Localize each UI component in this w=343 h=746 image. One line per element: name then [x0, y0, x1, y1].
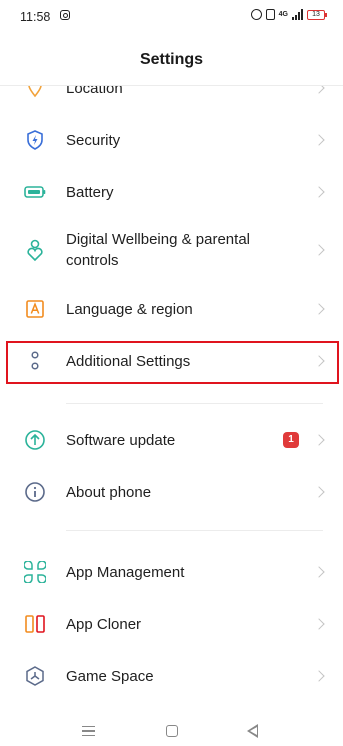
recents-button[interactable] — [82, 726, 95, 736]
settings-item-app-management[interactable]: App Management — [0, 561, 343, 583]
settings-item-security[interactable]: Security — [0, 129, 343, 151]
chevron-right-icon — [313, 618, 325, 630]
battery-icon — [24, 181, 46, 203]
section-divider — [66, 530, 323, 531]
update-icon — [24, 429, 46, 451]
settings-item-label: Battery — [66, 183, 114, 201]
page-title: Settings — [139, 50, 204, 68]
settings-item-label: Digital Wellbeing & parental controls — [66, 231, 250, 269]
chevron-right-icon — [313, 244, 325, 256]
chevron-right-icon — [313, 670, 325, 682]
network-type: 4G — [278, 11, 288, 18]
settings-item-label: About phone — [66, 483, 152, 501]
language-icon — [24, 298, 46, 320]
vibrate-icon — [265, 9, 275, 20]
shield-icon — [24, 129, 46, 151]
highlight-box — [6, 341, 339, 384]
settings-item-label: Software update — [66, 431, 176, 449]
settings-item-label: Game Space — [66, 667, 154, 685]
alarm-icon — [250, 9, 262, 20]
chevron-right-icon — [313, 134, 325, 146]
settings-item-software-update[interactable]: Software update 1 — [0, 429, 343, 451]
status-time: 11:58 — [20, 10, 51, 24]
cloner-icon — [24, 613, 46, 635]
back-button[interactable] — [247, 724, 258, 738]
status-bar: 11:58 4G 13 — [0, 0, 343, 34]
game-icon — [24, 665, 46, 687]
update-count-badge: 1 — [283, 432, 299, 448]
settings-item-label: Language & region — [66, 300, 193, 318]
settings-item-game-space[interactable]: Game Space — [0, 665, 343, 687]
chevron-right-icon — [313, 303, 325, 315]
signal-icon — [292, 9, 303, 20]
battery-status: 13 — [307, 9, 327, 20]
chevron-right-icon — [313, 486, 325, 498]
chevron-right-icon — [313, 566, 325, 578]
chevron-right-icon — [313, 186, 325, 198]
settings-item-app-cloner[interactable]: App Cloner — [0, 613, 343, 635]
settings-item-battery[interactable]: Battery — [0, 181, 343, 203]
navigation-bar — [0, 706, 343, 746]
page-header: Settings — [0, 34, 343, 86]
settings-item-label: App Cloner — [66, 615, 142, 633]
settings-item-label: App Management — [66, 563, 185, 581]
apps-icon — [24, 561, 46, 583]
wellbeing-icon — [24, 239, 46, 262]
settings-item-label: Security — [66, 131, 121, 149]
status-icons: 4G 13 — [250, 9, 327, 20]
chevron-right-icon — [313, 434, 325, 446]
settings-item-language[interactable]: Language & region — [0, 298, 343, 320]
info-icon — [24, 481, 46, 503]
section-divider — [66, 403, 323, 404]
settings-item-digital-wellbeing[interactable]: Digital Wellbeing & parental controls — [0, 229, 343, 271]
home-button[interactable] — [166, 725, 178, 737]
settings-item-about-phone[interactable]: About phone — [0, 481, 343, 503]
instagram-icon — [60, 10, 70, 20]
